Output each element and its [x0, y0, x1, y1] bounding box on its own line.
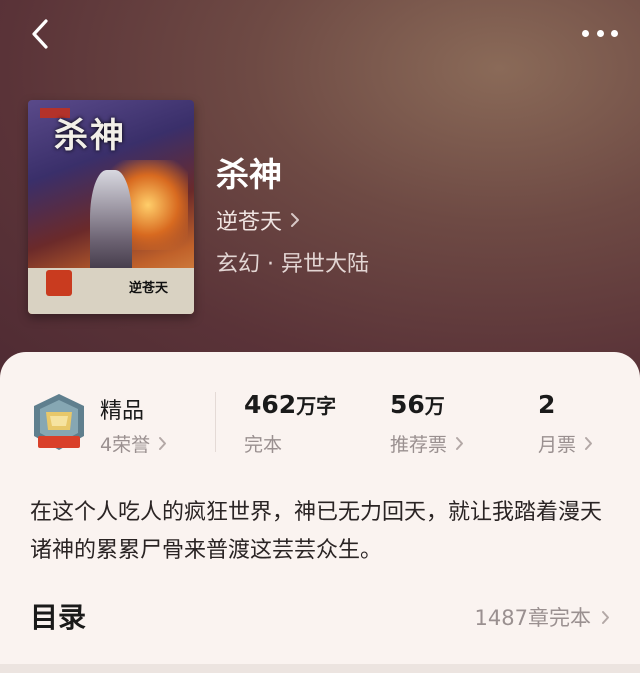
- section-separator: [0, 664, 640, 673]
- honor-count: 4荣誉: [100, 434, 151, 456]
- toc-title[interactable]: 目录: [30, 596, 86, 636]
- more-options-button[interactable]: [578, 18, 622, 48]
- chevron-right-icon: [585, 437, 593, 450]
- chevron-right-icon: [456, 437, 464, 450]
- chevron-right-icon: [602, 610, 609, 624]
- book-cover[interactable]: 杀神 逆苍天: [28, 100, 194, 314]
- monthly-ticket-link[interactable]: 月票: [538, 430, 593, 457]
- book-header: 杀神 逆苍天 杀神 逆苍天 玄幻 · 异世大陆: [0, 0, 640, 380]
- more-dots-icon: [582, 29, 589, 37]
- chapter-count: 1487章完本: [474, 606, 591, 630]
- cover-title: 杀神: [54, 116, 126, 156]
- author-link[interactable]: 逆苍天: [216, 204, 300, 236]
- chevron-right-icon: [159, 437, 167, 450]
- toc-chapter-link[interactable]: 1487章完本: [475, 602, 610, 632]
- book-genre: 玄幻 · 异世大陆: [216, 252, 369, 277]
- cover-author: 逆苍天: [128, 281, 168, 296]
- monthly-ticket-count: 2: [538, 390, 556, 419]
- back-chevron-icon: [32, 19, 48, 49]
- honor-badge-icon[interactable]: [30, 392, 88, 454]
- author-name: 逆苍天: [216, 210, 283, 235]
- book-description[interactable]: 在这个人吃人的疯狂世界，神已无力回天，就让我踏着漫天诸神的累累尸骨来普渡这芸芸众…: [30, 494, 610, 570]
- cover-publisher-badge: [46, 270, 72, 296]
- book-title: 杀神: [216, 155, 282, 194]
- chevron-right-icon: [291, 213, 300, 227]
- completion-status: 完本: [244, 434, 283, 456]
- honor-sub-link[interactable]: 4荣誉: [100, 430, 167, 457]
- stats-divider: [215, 392, 216, 452]
- word-count: 462万字: [244, 390, 337, 419]
- back-button[interactable]: [22, 14, 58, 54]
- recommend-count: 56万: [390, 390, 445, 419]
- honor-label: 精品: [100, 399, 145, 424]
- recommend-ticket-link[interactable]: 推荐票: [390, 430, 464, 457]
